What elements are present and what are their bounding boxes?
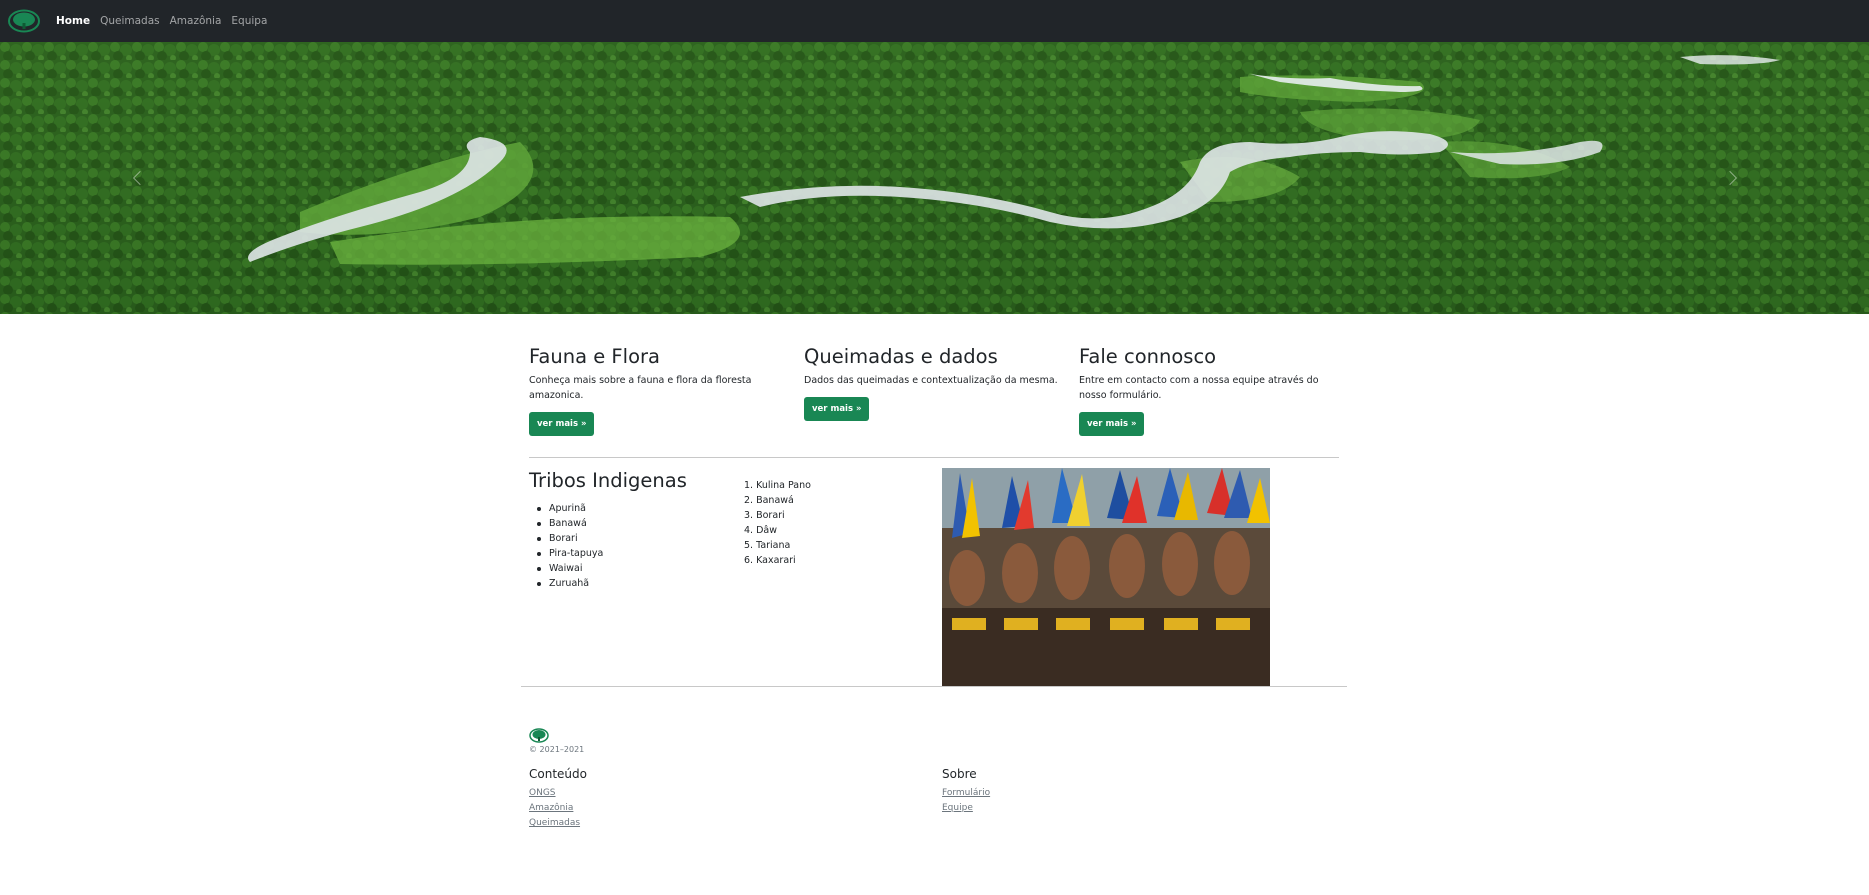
list-item: 2. Banawá	[744, 495, 794, 506]
indigenous-dancers-photo	[942, 468, 1270, 686]
footer-column-title: Conteúdo	[529, 767, 587, 781]
tribes-bullet-list: Apurinã Banawá Borari Pira-tapuya Waiwai…	[536, 501, 604, 591]
feature-title: Fauna e Flora	[529, 345, 660, 368]
feature-text: Conheça mais sobre a fauna e flora da fl…	[529, 375, 752, 401]
ver-mais-button[interactable]: ver mais »	[1079, 412, 1145, 436]
tribes-title: Tribos Indigenas	[529, 469, 687, 492]
chevron-right-icon	[1722, 170, 1738, 186]
carousel-prev-button[interactable]	[110, 42, 170, 314]
footer-link-queimadas[interactable]: Queimadas	[529, 818, 580, 828]
divider	[521, 686, 1347, 687]
feature-title: Queimadas e dados	[804, 345, 998, 368]
nav-link-queimadas[interactable]: Queimadas	[100, 15, 160, 27]
list-item: Borari	[536, 531, 603, 546]
list-item: 6. Kaxarari	[744, 555, 796, 566]
footer-column-title: Sobre	[942, 767, 977, 781]
list-item: Zuruahã	[536, 576, 603, 591]
footer-link-formulario[interactable]: Formulário	[942, 788, 990, 798]
list-item: Pira-tapuya	[536, 548, 604, 559]
tribes-numbered-list: 1. Kulina Pano 2. Banawá 3. Borari 4. Dâ…	[744, 478, 811, 568]
list-item: Waiwai	[536, 561, 603, 576]
navbar: Home Queimadas Amazônia Equipa	[0, 0, 1869, 42]
footer-link-amazonia[interactable]: Amazônia	[529, 803, 573, 813]
list-item: Apurinã	[536, 501, 603, 516]
tree-logo-icon[interactable]	[8, 9, 40, 33]
list-item: 5. Tariana	[744, 540, 791, 551]
list-item: 1. Kulina Pano	[744, 480, 811, 491]
list-item: 3. Borari	[744, 510, 785, 521]
feature-queimadas: Queimadas e dados Dados das queimadas e …	[804, 346, 1069, 421]
list-item: Banawá	[536, 516, 603, 531]
hero-carousel-image	[0, 42, 1869, 314]
footer-column-conteudo: Conteúdo ONGS Amazônia Queimadas	[529, 767, 587, 831]
footer-link-equipe[interactable]: Equipe	[942, 803, 973, 813]
nav-link-home[interactable]: Home	[56, 15, 90, 27]
divider	[529, 457, 1339, 458]
nav-links: Home Queimadas Amazônia Equipa	[56, 0, 277, 42]
tree-logo-icon	[529, 728, 549, 743]
copyright-text: © 2021–2021	[529, 745, 585, 754]
footer-link-ongs[interactable]: ONGS	[529, 788, 556, 798]
nav-link-equipa[interactable]: Equipa	[231, 15, 267, 27]
ver-mais-button[interactable]: ver mais »	[804, 397, 870, 421]
feature-fale-connosco: Fale connosco Entre em contacto com a no…	[1079, 346, 1344, 436]
nav-link-amazonia[interactable]: Amazônia	[170, 15, 222, 27]
feature-text: Dados das queimadas e contextualização d…	[804, 375, 1058, 386]
list-item: 4. Dâw	[744, 525, 777, 536]
footer-column-sobre: Sobre Formulário Equipe	[942, 767, 990, 816]
chevron-left-icon	[132, 170, 148, 186]
carousel-next-button[interactable]	[1700, 42, 1760, 314]
ver-mais-button[interactable]: ver mais »	[529, 412, 595, 436]
feature-text: Entre em contacto com a nossa equipe atr…	[1079, 375, 1319, 401]
feature-title: Fale connosco	[1079, 345, 1217, 368]
feature-fauna-flora: Fauna e Flora Conheça mais sobre a fauna…	[529, 346, 794, 436]
